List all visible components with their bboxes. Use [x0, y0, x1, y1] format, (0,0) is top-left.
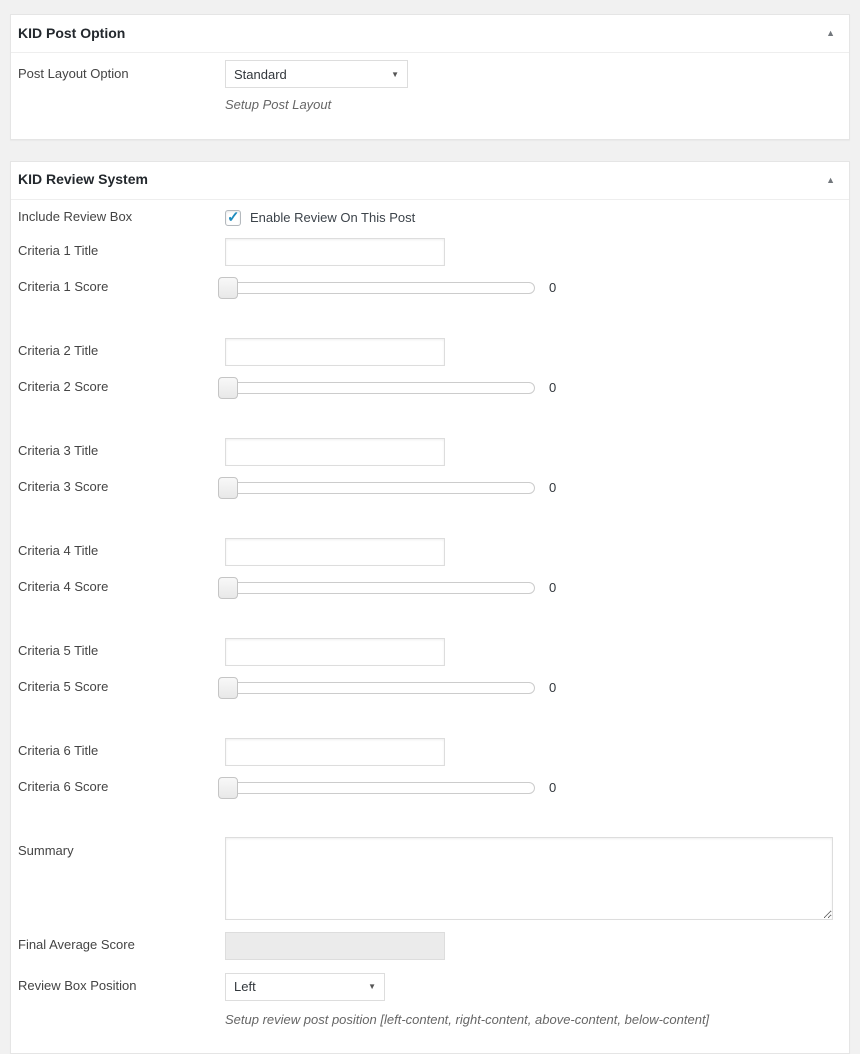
post-layout-selected-value: Standard	[234, 67, 287, 82]
kid-review-system-panel: KID Review System ▲ Include Review Box ✓…	[10, 161, 850, 1054]
slider-track[interactable]	[218, 782, 535, 794]
post-layout-select[interactable]: Standard ▼	[225, 60, 408, 88]
criteria-2-title-input[interactable]	[225, 338, 445, 366]
criteria-2-score-value: 0	[549, 380, 556, 395]
criteria-1-score-row: Criteria 1 Score 0	[18, 277, 833, 299]
slider-handle[interactable]	[218, 577, 238, 599]
criteria-1-score-label: Criteria 1 Score	[18, 278, 225, 296]
slider-track[interactable]	[218, 682, 535, 694]
chevron-down-icon: ▼	[368, 982, 376, 991]
slider-handle[interactable]	[218, 477, 238, 499]
criteria-4-title-label: Criteria 4 Title	[18, 542, 225, 560]
criteria-6-score-value: 0	[549, 780, 556, 795]
criteria-6-title-label: Criteria 6 Title	[18, 742, 225, 760]
slider-track[interactable]	[218, 282, 535, 294]
criteria-5-title-input[interactable]	[225, 638, 445, 666]
criteria-2-score-slider[interactable]	[218, 377, 535, 399]
slider-handle[interactable]	[218, 377, 238, 399]
criteria-4-score-value: 0	[549, 580, 556, 595]
collapse-arrow-icon: ▲	[826, 175, 835, 185]
enable-review-checkbox-label: Enable Review On This Post	[250, 210, 415, 225]
collapse-panel-button[interactable]: ▲	[820, 174, 841, 187]
criteria-5-title-label: Criteria 5 Title	[18, 642, 225, 660]
review-position-select[interactable]: Left ▼	[225, 973, 385, 1001]
include-review-label: Include Review Box	[18, 208, 225, 226]
criteria-3-title-input[interactable]	[225, 438, 445, 466]
criteria-4-score-slider[interactable]	[218, 577, 535, 599]
criteria-2-score-label: Criteria 2 Score	[18, 378, 225, 396]
kid-review-system-header[interactable]: KID Review System ▲	[11, 162, 849, 200]
criteria-3-score-row: Criteria 3 Score 0	[18, 477, 833, 499]
panel-title: KID Review System	[18, 170, 148, 190]
collapse-panel-button[interactable]: ▲	[820, 27, 841, 40]
criteria-4-score-label: Criteria 4 Score	[18, 578, 225, 596]
kid-post-option-header[interactable]: KID Post Option ▲	[11, 15, 849, 53]
criteria-4-title-input[interactable]	[225, 538, 445, 566]
include-review-row: Include Review Box ✓ Enable Review On Th…	[18, 207, 833, 229]
criteria-2-title-label: Criteria 2 Title	[18, 342, 225, 360]
criteria-5-score-row: Criteria 5 Score 0	[18, 677, 833, 699]
criteria-1-title-input[interactable]	[225, 238, 445, 266]
review-position-helper-text: Setup review post position [left-content…	[225, 1010, 833, 1030]
criteria-6-score-row: Criteria 6 Score 0	[18, 777, 833, 799]
review-position-label: Review Box Position	[18, 977, 225, 995]
slider-handle[interactable]	[218, 677, 238, 699]
panel-title: KID Post Option	[18, 24, 125, 44]
slider-track[interactable]	[218, 482, 535, 494]
slider-track[interactable]	[218, 582, 535, 594]
kid-review-system-body: Include Review Box ✓ Enable Review On Th…	[11, 200, 849, 1054]
summary-label: Summary	[18, 837, 225, 860]
criteria-1-score-value: 0	[549, 280, 556, 295]
post-layout-label: Post Layout Option	[18, 65, 225, 83]
criteria-5-title-row: Criteria 5 Title	[18, 638, 833, 666]
criteria-6-score-slider[interactable]	[218, 777, 535, 799]
summary-row: Summary	[18, 837, 833, 920]
slider-track[interactable]	[218, 382, 535, 394]
criteria-2-score-row: Criteria 2 Score 0	[18, 377, 833, 399]
criteria-6-title-input[interactable]	[225, 738, 445, 766]
review-position-row: Review Box Position Left ▼	[18, 973, 833, 1001]
check-icon: ✓	[227, 208, 240, 226]
criteria-4-score-row: Criteria 4 Score 0	[18, 577, 833, 599]
criteria-5-score-label: Criteria 5 Score	[18, 678, 225, 696]
criteria-1-score-slider[interactable]	[218, 277, 535, 299]
criteria-3-score-value: 0	[549, 480, 556, 495]
review-position-selected-value: Left	[234, 979, 256, 994]
criteria-1-title-row: Criteria 1 Title	[18, 238, 833, 266]
post-layout-helper-text: Setup Post Layout	[225, 95, 833, 115]
criteria-6-title-row: Criteria 6 Title	[18, 738, 833, 766]
criteria-6-score-label: Criteria 6 Score	[18, 778, 225, 796]
criteria-3-title-row: Criteria 3 Title	[18, 438, 833, 466]
slider-handle[interactable]	[218, 777, 238, 799]
criteria-1-title-label: Criteria 1 Title	[18, 242, 225, 260]
final-average-row: Final Average Score	[18, 932, 833, 960]
criteria-3-score-slider[interactable]	[218, 477, 535, 499]
post-layout-row: Post Layout Option Standard ▼	[18, 60, 833, 88]
criteria-5-score-slider[interactable]	[218, 677, 535, 699]
kid-post-option-panel: KID Post Option ▲ Post Layout Option Sta…	[10, 14, 850, 140]
criteria-2-title-row: Criteria 2 Title	[18, 338, 833, 366]
metabox-area: KID Post Option ▲ Post Layout Option Sta…	[0, 0, 860, 1054]
criteria-3-title-label: Criteria 3 Title	[18, 442, 225, 460]
kid-post-option-body: Post Layout Option Standard ▼ Setup Post…	[11, 53, 849, 139]
final-average-label: Final Average Score	[18, 936, 225, 954]
slider-handle[interactable]	[218, 277, 238, 299]
collapse-arrow-icon: ▲	[826, 28, 835, 38]
chevron-down-icon: ▼	[391, 70, 399, 79]
summary-textarea[interactable]	[225, 837, 833, 920]
enable-review-checkbox[interactable]: ✓	[225, 210, 241, 226]
criteria-5-score-value: 0	[549, 680, 556, 695]
final-average-input	[225, 932, 445, 960]
criteria-4-title-row: Criteria 4 Title	[18, 538, 833, 566]
criteria-3-score-label: Criteria 3 Score	[18, 478, 225, 496]
